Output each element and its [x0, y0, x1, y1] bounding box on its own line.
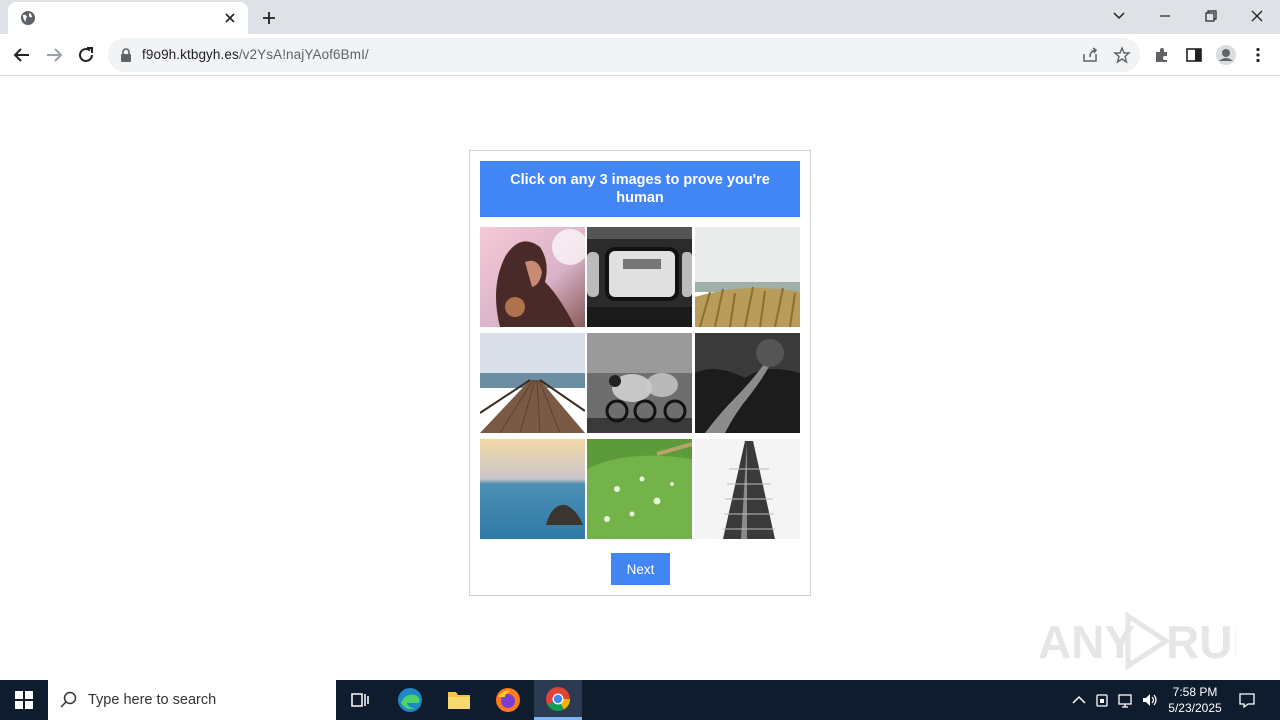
profile-button[interactable] [1214, 43, 1238, 67]
start-button[interactable] [0, 680, 48, 720]
side-panel-icon [1186, 48, 1202, 62]
chevron-up-icon[interactable] [1070, 691, 1088, 709]
star-icon[interactable] [1113, 46, 1131, 64]
taskbar-search[interactable]: Type here to search [48, 680, 336, 720]
captcha-image-dune-grass[interactable] [695, 227, 800, 327]
captcha-image-pier[interactable] [480, 333, 585, 433]
more-vert-icon [1256, 47, 1260, 63]
restore-icon [1205, 10, 1217, 22]
minimize-icon [1160, 15, 1170, 17]
captcha-image-grid [480, 227, 802, 539]
tab-search-button[interactable] [1096, 0, 1142, 32]
close-icon [1251, 10, 1263, 22]
arrow-left-icon [13, 48, 29, 62]
arrow-right-icon [47, 48, 63, 62]
task-view-icon [351, 693, 369, 707]
captcha-image-train-window[interactable] [587, 227, 692, 327]
anyrun-watermark-logo: ANY RUN [1038, 611, 1236, 671]
folder-icon [448, 692, 470, 709]
address-bar[interactable]: f9o9h.ktbgyh.es/v2YsA!najYAof6BmI/ [108, 38, 1140, 72]
search-icon [60, 691, 77, 708]
meet-now-icon[interactable] [1094, 691, 1112, 709]
svg-text:ANY: ANY [1038, 616, 1135, 668]
lock-icon[interactable] [120, 48, 132, 62]
svg-text:RUN: RUN [1166, 616, 1236, 668]
back-button[interactable] [10, 43, 34, 67]
system-clock[interactable]: 7:58 PM 5/23/2025 [1160, 684, 1230, 716]
clock-date: 5/23/2025 [1168, 701, 1222, 715]
reload-icon [79, 47, 93, 62]
globe-icon [21, 11, 35, 25]
captcha-instruction: Click on any 3 images to prove you're hu… [480, 161, 800, 217]
windows-icon [15, 691, 33, 709]
next-button[interactable]: Next [611, 553, 670, 585]
browser-tab[interactable] [8, 2, 248, 34]
network-icon[interactable] [1117, 691, 1135, 709]
reload-button[interactable] [74, 43, 98, 67]
side-panel-button[interactable] [1182, 43, 1206, 67]
captcha-image-forest-road[interactable] [695, 333, 800, 433]
notifications-icon[interactable] [1238, 691, 1256, 709]
captcha-box: Click on any 3 images to prove you're hu… [469, 150, 811, 596]
captcha-image-leaf[interactable] [587, 439, 692, 539]
captcha-image-ocean-rock[interactable] [480, 439, 585, 539]
edge-app[interactable] [386, 680, 434, 720]
captcha-image-woman[interactable] [480, 227, 585, 327]
share-icon[interactable] [1081, 46, 1099, 64]
chrome-app[interactable] [534, 680, 582, 720]
chevron-down-icon [1113, 12, 1125, 20]
restore-button[interactable] [1188, 0, 1234, 32]
minimize-button[interactable] [1142, 0, 1188, 32]
captcha-image-flatiron[interactable] [695, 439, 800, 539]
new-tab-icon[interactable] [260, 9, 278, 27]
forward-button[interactable] [42, 43, 66, 67]
clock-time: 7:58 PM [1172, 685, 1218, 699]
captcha-image-cyclists[interactable] [587, 333, 692, 433]
puzzle-icon [1156, 48, 1167, 62]
file-explorer-app[interactable] [435, 680, 483, 720]
taskbar: Type here to search 7:58 PM 5/23/2025 [0, 680, 1280, 720]
extensions-button[interactable] [1150, 43, 1174, 67]
tab-strip [0, 0, 1280, 34]
edge-icon [398, 688, 422, 712]
firefox-icon [496, 688, 520, 712]
url-text[interactable]: f9o9h.ktbgyh.es/v2YsA!najYAof6BmI/ [142, 47, 369, 62]
avatar-icon [1216, 45, 1236, 65]
task-view-button[interactable] [336, 680, 384, 720]
volume-icon[interactable] [1141, 691, 1159, 709]
close-window-button[interactable] [1234, 0, 1280, 32]
close-tab-icon[interactable] [222, 10, 238, 26]
firefox-app[interactable] [484, 680, 532, 720]
browser-toolbar: f9o9h.ktbgyh.es/v2YsA!najYAof6BmI/ [0, 34, 1280, 76]
menu-button[interactable] [1246, 43, 1270, 67]
chrome-icon [546, 686, 570, 711]
search-placeholder: Type here to search [88, 692, 217, 708]
